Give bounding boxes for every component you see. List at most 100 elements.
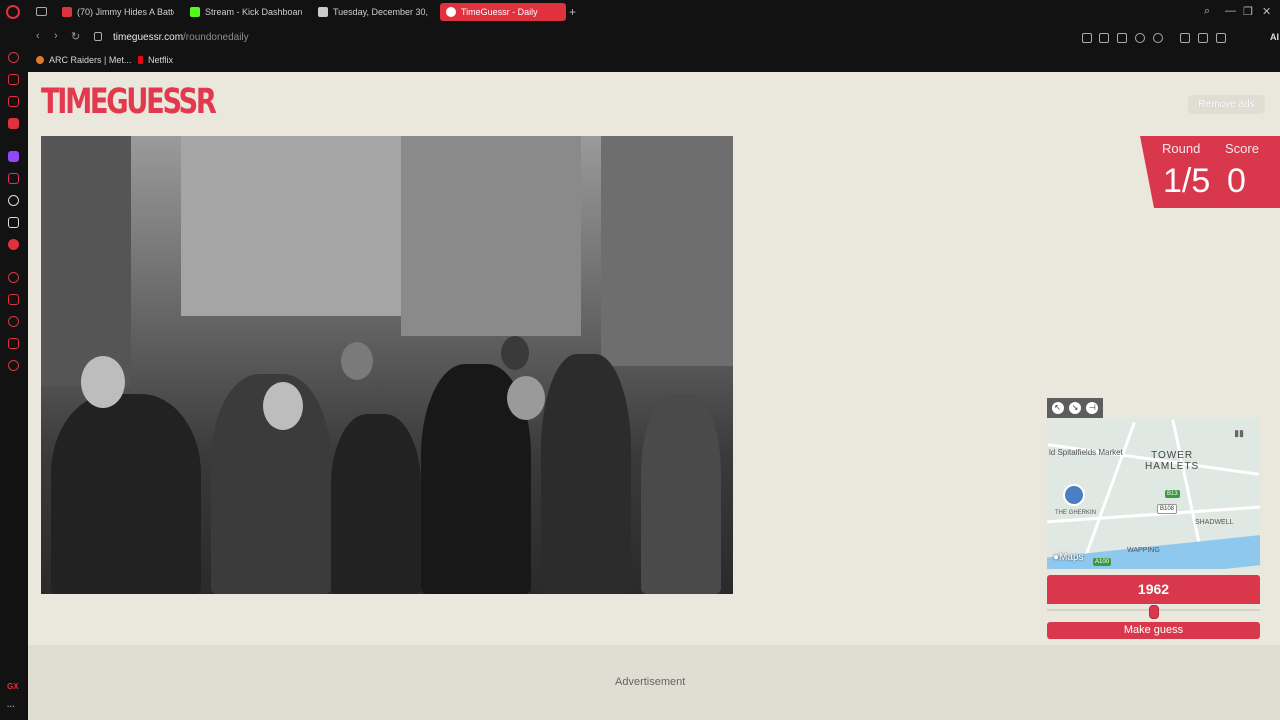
address-bar: ‹ › ↻ timeguessr.com/roundonedaily AI	[28, 26, 1280, 50]
map-label: ld Spitalfields Market	[1049, 448, 1123, 457]
advertisement-area: Advertisement	[28, 645, 1280, 720]
opera-logo-icon[interactable]	[6, 5, 20, 19]
minimize-icon[interactable]: —	[1225, 5, 1236, 17]
round-value: 1/5	[1163, 162, 1211, 200]
crowd-face	[263, 382, 303, 430]
netflix-icon	[138, 56, 143, 64]
heart-icon[interactable]	[1153, 33, 1163, 43]
crowd-face	[81, 356, 125, 408]
snapshot-icon[interactable]	[1099, 33, 1109, 43]
play-icon[interactable]	[1135, 33, 1145, 43]
score-label: Score	[1225, 141, 1259, 156]
bookmark-arc-raiders[interactable]: ARC Raiders | Met...	[36, 55, 131, 65]
profile-icon[interactable]	[1198, 33, 1208, 43]
history-icon[interactable]	[8, 316, 19, 327]
timeguessr-logo[interactable]: TIMEGUESSR	[41, 82, 217, 122]
messenger-icon[interactable]	[8, 118, 19, 129]
download-icon[interactable]	[1216, 33, 1226, 43]
tab-bar: (70) Jimmy Hides A Batte Stream - Kick D…	[0, 0, 1280, 24]
reload-icon[interactable]: ↻	[71, 30, 80, 43]
pin-map-icon[interactable]: ⊣	[1086, 402, 1099, 414]
map-label: WAPPING	[1127, 547, 1160, 554]
year-slider[interactable]	[1047, 605, 1260, 619]
building-corner	[401, 136, 581, 336]
bookmark-netflix[interactable]: Netflix	[138, 55, 173, 65]
crowd-face	[501, 336, 529, 370]
instagram-icon[interactable]	[8, 173, 19, 184]
gherkin-icon	[1063, 484, 1085, 506]
shield-icon[interactable]	[1117, 33, 1127, 43]
music-icon[interactable]	[8, 239, 19, 250]
url-field[interactable]: timeguessr.com/roundonedaily	[113, 32, 249, 43]
crowd-face	[507, 376, 545, 420]
workspace-icon[interactable]	[36, 7, 47, 16]
browser-sidebar: GX ···	[0, 24, 28, 720]
player-icon[interactable]	[8, 272, 19, 283]
crowd-person	[51, 394, 201, 594]
year-display: 1962	[1047, 575, 1260, 604]
maps-brand-label: Maps	[1059, 552, 1084, 563]
back-icon[interactable]: ‹	[36, 30, 40, 42]
page-icon	[318, 7, 328, 17]
url-domain: timeguessr.com	[113, 32, 184, 43]
round-label: Round	[1162, 141, 1201, 156]
advertisement-label: Advertisement	[615, 676, 686, 688]
new-tab-button[interactable]: +	[569, 5, 576, 19]
more-icon[interactable]: ···	[7, 702, 15, 711]
pinboard-icon[interactable]	[8, 294, 19, 305]
crowd-person	[641, 394, 721, 594]
shrink-map-icon[interactable]: ↘	[1068, 402, 1081, 414]
lock-icon	[94, 32, 102, 41]
tab-title: TimeGuessr - Daily	[461, 7, 538, 17]
bookmarks-bar: ARC Raiders | Met... Netflix	[28, 50, 1280, 70]
map-label: SHADWELL	[1195, 519, 1234, 526]
speed-dial-icon[interactable]	[8, 52, 19, 63]
bookmark-label: ARC Raiders | Met...	[49, 55, 132, 65]
make-guess-button[interactable]: Make guess	[1047, 622, 1260, 639]
map-label: THE GHERKIN	[1055, 510, 1097, 516]
restore-icon[interactable]: ❐	[1243, 5, 1253, 18]
route-badge: B108	[1157, 504, 1178, 514]
bookmark-icon[interactable]	[1082, 33, 1092, 43]
twitch-icon[interactable]	[8, 151, 19, 162]
url-path: /roundonedaily	[183, 32, 249, 43]
slider-thumb[interactable]	[1148, 605, 1159, 619]
settings-icon[interactable]	[8, 360, 19, 371]
extensions-sidebar-icon[interactable]	[8, 338, 19, 349]
search-icon[interactable]: ⌕	[1204, 5, 1210, 18]
bookmark-label: Netflix	[148, 55, 174, 65]
round-photo	[41, 136, 733, 594]
guess-map[interactable]: ld Spitalfields Market TOWER HAMLETS THE…	[1047, 418, 1260, 569]
route-badge: B13	[1165, 490, 1180, 498]
tab-timeguessr[interactable]: TimeGuessr - Daily	[440, 3, 566, 21]
crowd-face	[341, 342, 373, 380]
tab-kick[interactable]: Stream - Kick Dashboard	[184, 3, 302, 21]
map-toolbar: ↖ ↘ ⊣	[1047, 398, 1103, 418]
page-content: TIMEGUESSR Remove ads Round Score 1/5 0 …	[28, 72, 1280, 720]
building-center	[181, 136, 401, 316]
ai-button[interactable]: AI	[1270, 32, 1279, 42]
x-icon[interactable]	[8, 217, 19, 228]
map-layers-icon[interactable]: ▮▮	[1234, 428, 1244, 439]
tab-title: Tuesday, December 30, 2	[333, 7, 430, 17]
remove-ads-button[interactable]: Remove ads	[1188, 95, 1265, 114]
tab-title: Stream - Kick Dashboard	[205, 7, 302, 17]
forward-icon[interactable]: ›	[54, 30, 58, 42]
building-right	[601, 136, 733, 366]
map-road	[1081, 422, 1136, 565]
kick-icon	[190, 7, 200, 17]
news-icon[interactable]	[8, 96, 19, 107]
crowd-person	[541, 354, 631, 594]
building-left	[41, 136, 131, 386]
expand-map-icon[interactable]: ↖	[1051, 402, 1064, 414]
tiktok-icon[interactable]	[8, 195, 19, 206]
round-score-panel: Round Score 1/5 0	[1140, 136, 1280, 208]
tab-youtube[interactable]: (70) Jimmy Hides A Batte	[56, 3, 174, 21]
extensions-icon[interactable]	[1180, 33, 1190, 43]
gx-label[interactable]: GX	[7, 682, 19, 691]
map-district: TOWER HAMLETS	[1145, 450, 1200, 472]
gaming-icon[interactable]	[8, 74, 19, 85]
route-badge: A100	[1093, 558, 1112, 566]
close-icon[interactable]: ✕	[1262, 5, 1271, 18]
tab-date[interactable]: Tuesday, December 30, 2	[312, 3, 430, 21]
